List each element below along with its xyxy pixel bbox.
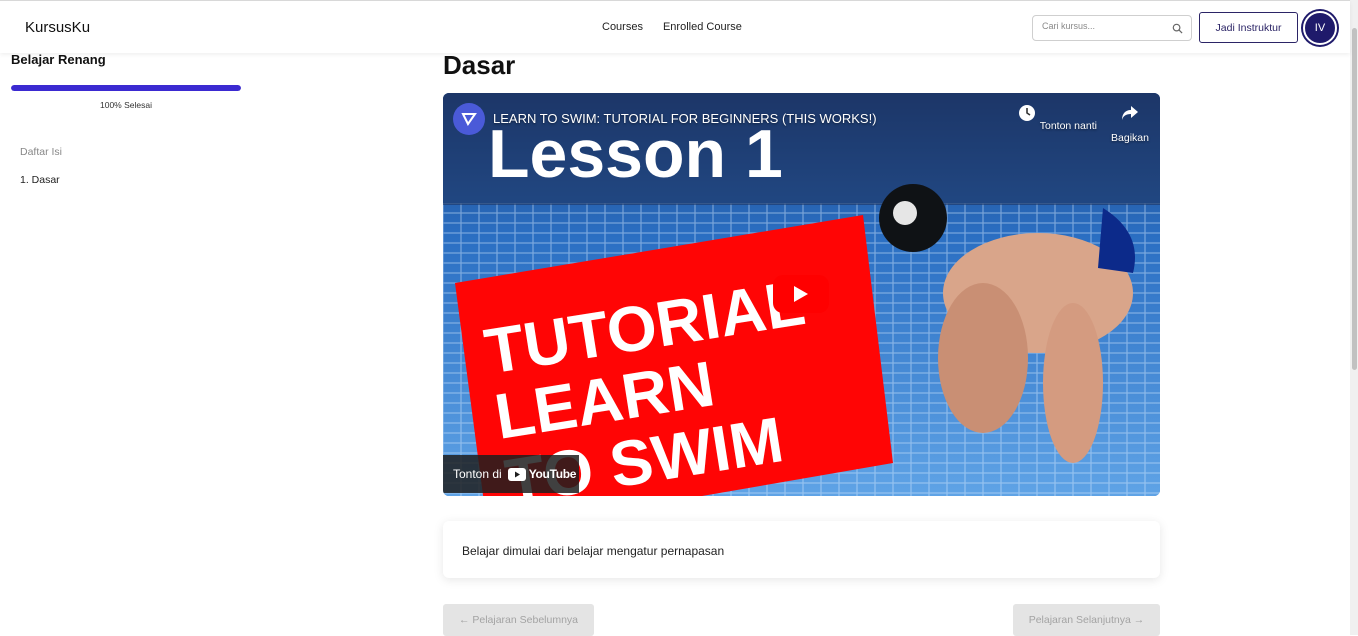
nav-enrolled-course[interactable]: Enrolled Course	[663, 21, 742, 33]
share-label: Bagikan	[1111, 132, 1149, 144]
course-title: Belajar Renang	[11, 52, 106, 67]
progress-text: 100% Selesai	[100, 100, 152, 110]
nav-courses[interactable]: Courses	[602, 21, 643, 33]
youtube-wordmark: YouTube	[528, 467, 577, 481]
play-button[interactable]	[773, 275, 829, 313]
thumbnail-lesson-text: Lesson 1	[488, 116, 783, 192]
share-button[interactable]: Bagikan	[1100, 103, 1160, 144]
channel-icon	[461, 113, 477, 126]
watch-on-label: Tonton di	[453, 467, 502, 481]
brand-logo[interactable]: KursusKu	[25, 19, 90, 36]
youtube-logo: YouTube	[507, 467, 577, 481]
watch-on-youtube-button[interactable]: Tonton di YouTube	[443, 455, 579, 493]
search-box	[1032, 15, 1192, 41]
search-icon[interactable]	[1172, 23, 1183, 34]
become-instructor-button[interactable]: Jadi Instruktur	[1199, 12, 1298, 43]
lesson-title: Dasar	[443, 50, 516, 80]
watch-later-button[interactable]: Tonton nanti	[1017, 103, 1097, 132]
share-icon	[1122, 106, 1138, 120]
lesson-description-card: Belajar dimulai dari belajar mengatur pe…	[443, 521, 1160, 578]
top-navbar: KursusKu Courses Enrolled Course Jadi In…	[0, 0, 1350, 53]
clock-icon	[1019, 105, 1035, 121]
previous-lesson-button[interactable]: ← Pelajaran Sebelumnya	[443, 604, 594, 636]
progress-bar	[11, 85, 241, 91]
avatar[interactable]: IV	[1303, 11, 1337, 45]
lesson-description: Belajar dimulai dari belajar mengatur pe…	[462, 544, 725, 558]
next-lesson-button[interactable]: Pelajaran Selanjutnya →	[1013, 604, 1160, 636]
video-player[interactable]: TUTORIAL LEARN TO SWIM Lesson 1 LEARN TO…	[443, 93, 1160, 496]
main-nav: Courses Enrolled Course	[602, 21, 742, 33]
toc-item-dasar[interactable]: 1. Dasar	[20, 174, 60, 186]
search-input[interactable]	[1042, 21, 1167, 31]
youtube-icon	[507, 467, 526, 481]
channel-logo[interactable]	[453, 103, 485, 135]
watch-later-label: Tonton nanti	[1039, 120, 1097, 132]
progress-bar-fill	[11, 85, 241, 91]
toc-heading: Daftar Isi	[20, 146, 63, 158]
video-title[interactable]: LEARN TO SWIM: TUTORIAL FOR BEGINNERS (T…	[493, 111, 877, 126]
scrollbar-thumb[interactable]	[1352, 28, 1357, 370]
play-icon	[794, 286, 808, 302]
